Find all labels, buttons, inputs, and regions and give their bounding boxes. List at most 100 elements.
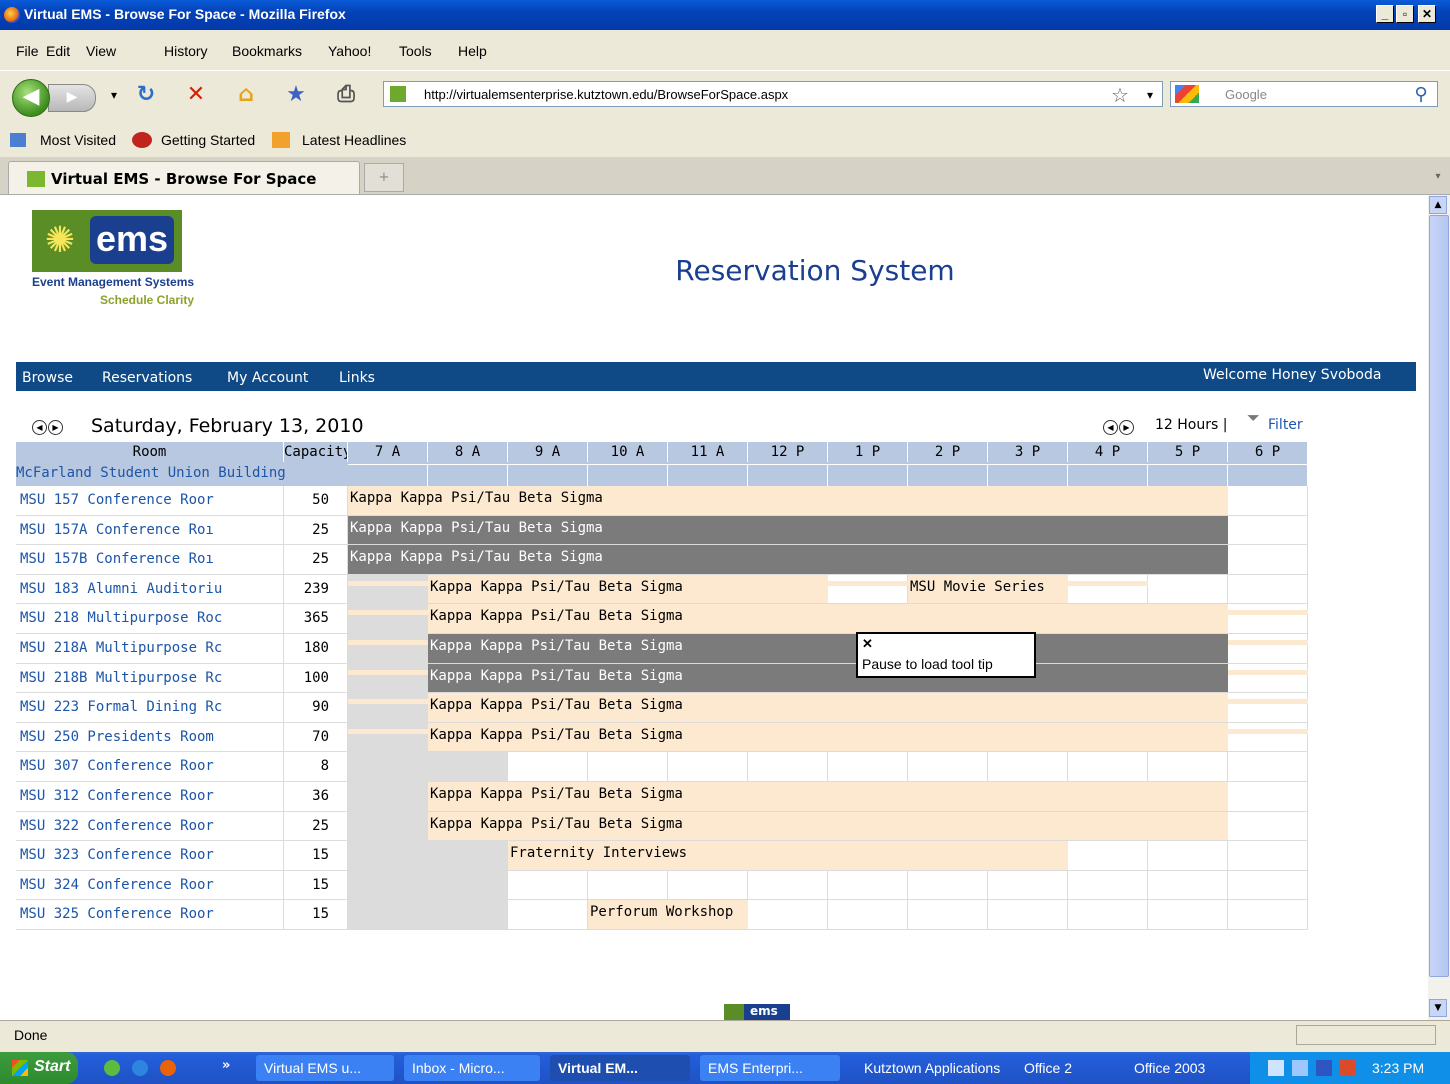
time-slot[interactable]: [1148, 900, 1228, 930]
new-tab-button[interactable]: +: [364, 163, 404, 192]
time-slot[interactable]: [508, 870, 588, 901]
time-slot[interactable]: [1068, 752, 1148, 782]
back-button[interactable]: ◀: [12, 79, 50, 117]
time-slot[interactable]: [828, 752, 908, 782]
quicklaunch-icon-2[interactable]: [132, 1060, 148, 1076]
bookmark-page-star-icon[interactable]: ☆: [1106, 82, 1134, 108]
task-virtual-ems-u[interactable]: Virtual EMS u...: [256, 1055, 394, 1081]
time-slot[interactable]: [988, 870, 1068, 901]
time-slot[interactable]: [828, 900, 908, 930]
maximize-button[interactable]: ▫: [1396, 5, 1414, 23]
booking[interactable]: Kappa Kappa Psi/Tau Beta Sigma: [348, 515, 1228, 545]
time-slot[interactable]: [348, 663, 428, 694]
time-slot[interactable]: [508, 900, 588, 930]
nav-links[interactable]: Links: [339, 370, 375, 386]
scroll-thumb[interactable]: [1429, 215, 1449, 977]
time-slot[interactable]: [348, 841, 428, 871]
time-slot[interactable]: [348, 752, 428, 782]
room-name[interactable]: MSU 218A Multipurpose Rс: [16, 634, 284, 664]
menu-view[interactable]: View: [86, 43, 116, 59]
booking[interactable]: Kappa Kappa Psi/Tau Beta Sigma: [428, 782, 1228, 811]
bookmark-getting-started[interactable]: Getting Started: [161, 132, 255, 148]
bookmark-star-icon[interactable]: ★: [282, 82, 310, 108]
time-slot[interactable]: [1068, 900, 1148, 930]
time-slot[interactable]: [348, 722, 428, 753]
time-slot[interactable]: [668, 870, 748, 901]
search-box[interactable]: Google: [1170, 81, 1438, 107]
time-slot[interactable]: [1228, 900, 1308, 930]
toolbar-office-2[interactable]: Office 2: [1016, 1055, 1116, 1081]
room-name[interactable]: MSU 218B Multipurpose Rс: [16, 663, 284, 694]
booking[interactable]: MSU Movie Series: [908, 574, 1068, 604]
time-slot[interactable]: [668, 752, 748, 782]
room-name[interactable]: MSU 307 Conference Roor: [16, 752, 284, 782]
toolbar-kutztown-applications[interactable]: Kutztown Applications: [856, 1055, 1012, 1081]
time-slot[interactable]: [1228, 811, 1308, 842]
menu-bookmarks[interactable]: Bookmarks: [232, 43, 302, 59]
time-slot[interactable]: [348, 811, 428, 842]
room-name[interactable]: MSU 218 Multipurpose Roc: [16, 604, 284, 634]
bookmark-latest-headlines[interactable]: Latest Headlines: [302, 132, 406, 148]
menu-help[interactable]: Help: [458, 43, 487, 59]
time-slot[interactable]: [1228, 634, 1308, 664]
nav-reservations[interactable]: Reservations: [102, 370, 192, 386]
menu-history[interactable]: History: [164, 43, 208, 59]
time-slot[interactable]: [588, 752, 668, 782]
tab-list-icon[interactable]: ▾: [1428, 166, 1448, 188]
time-slot[interactable]: [1228, 663, 1308, 694]
tray-icon-4[interactable]: [1340, 1060, 1356, 1076]
url-bar[interactable]: http://virtualemsenterprise.kutztown.edu…: [383, 81, 1163, 107]
url-text[interactable]: http://virtualemsenterprise.kutztown.edu…: [424, 87, 788, 102]
task-inbox[interactable]: Inbox - Micro...: [404, 1055, 540, 1081]
booking[interactable]: Kappa Kappa Psi/Tau Beta Sigma: [428, 693, 1228, 722]
toolbar-office-2003[interactable]: Office 2003: [1126, 1055, 1226, 1081]
booking[interactable]: Kappa Kappa Psi/Tau Beta Sigma: [428, 722, 1228, 752]
room-name[interactable]: MSU 325 Conference Roor: [16, 900, 284, 930]
prev-hours-icon[interactable]: ◀: [1103, 420, 1118, 435]
tab-browse-for-space[interactable]: Virtual EMS - Browse For Space: [8, 161, 360, 194]
room-name[interactable]: MSU 312 Conference Roor: [16, 782, 284, 812]
close-window-button[interactable]: ✕: [1418, 5, 1436, 23]
menu-edit[interactable]: Edit: [46, 43, 70, 59]
quicklaunch-icon-1[interactable]: [104, 1060, 120, 1076]
time-slot[interactable]: [1228, 870, 1308, 901]
room-name[interactable]: MSU 323 Conference Roor: [16, 841, 284, 871]
time-slot[interactable]: [1228, 693, 1308, 723]
time-slot[interactable]: [348, 693, 428, 723]
time-slot[interactable]: [1228, 486, 1308, 516]
time-slot[interactable]: [1148, 870, 1228, 901]
room-name[interactable]: MSU 324 Conference Roor: [16, 870, 284, 901]
print-icon[interactable]: ⎙: [332, 82, 360, 108]
building-name[interactable]: McFarland Student Union Building: [16, 462, 344, 486]
booking[interactable]: Kappa Kappa Psi/Tau Beta Sigma: [428, 663, 1228, 693]
prev-day-icon[interactable]: ◀: [32, 420, 47, 435]
time-slot[interactable]: [1228, 752, 1308, 782]
time-slot[interactable]: [428, 752, 508, 782]
time-slot[interactable]: [1068, 574, 1148, 605]
time-slot[interactable]: [1068, 841, 1148, 871]
time-slot[interactable]: [1228, 782, 1308, 812]
time-slot[interactable]: [988, 752, 1068, 782]
stop-icon[interactable]: ✕: [182, 82, 210, 108]
start-button[interactable]: Start: [0, 1052, 78, 1084]
nav-my-account[interactable]: My Account: [227, 370, 308, 386]
quicklaunch-firefox-icon[interactable]: [160, 1060, 176, 1076]
menu-tools[interactable]: Tools: [399, 43, 432, 59]
room-name[interactable]: MSU 157A Conference Roı: [16, 515, 284, 546]
forward-button[interactable]: ▶: [48, 84, 96, 112]
room-name[interactable]: MSU 322 Conference Roor: [16, 811, 284, 842]
filter-link[interactable]: Filter: [1268, 417, 1303, 433]
menu-file[interactable]: File: [16, 43, 39, 59]
room-name[interactable]: MSU 157 Conference Roor: [16, 486, 284, 516]
time-slot[interactable]: [508, 752, 588, 782]
scroll-up-icon[interactable]: ▲: [1429, 196, 1447, 214]
history-dropdown-icon[interactable]: ▾: [104, 82, 124, 108]
task-virtual-em-active[interactable]: Virtual EM...: [550, 1055, 690, 1081]
time-slot[interactable]: [988, 900, 1068, 930]
time-slot[interactable]: [828, 870, 908, 901]
minimize-button[interactable]: _: [1376, 5, 1394, 23]
booking[interactable]: Kappa Kappa Psi/Tau Beta Sigma: [348, 545, 1228, 574]
nav-browse[interactable]: Browse: [22, 370, 73, 386]
booking[interactable]: Kappa Kappa Psi/Tau Beta Sigma: [428, 574, 828, 604]
time-slot[interactable]: [1228, 545, 1308, 575]
